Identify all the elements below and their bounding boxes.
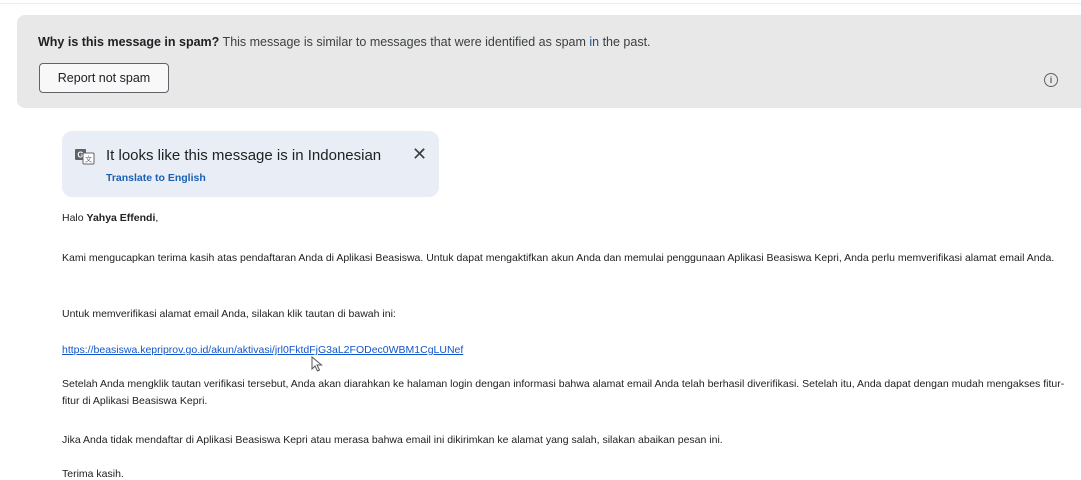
info-icon[interactable]: i	[1044, 73, 1058, 87]
translate-to-english-link[interactable]: Translate to English	[106, 172, 206, 184]
email-greeting: Halo Yahya Effendi,	[62, 210, 158, 227]
spam-explanation: Why is this message in spam? This messag…	[38, 35, 651, 49]
top-divider	[0, 0, 1081, 4]
report-not-spam-button[interactable]: Report not spam	[39, 63, 169, 93]
email-paragraph-1: Kami mengucapkan terima kasih atas penda…	[62, 252, 1055, 264]
greeting-prefix: Halo	[62, 212, 87, 224]
spam-explanation-end: the past.	[599, 35, 651, 49]
greeting-suffix: ,	[155, 212, 159, 224]
close-icon[interactable]: ✕	[412, 145, 427, 163]
email-paragraph-4: Jika Anda tidak mendaftar di Aplikasi Be…	[62, 434, 723, 446]
email-paragraph-2: Untuk memverifikasi alamat email Anda, s…	[62, 308, 396, 320]
translate-icon: G 文	[75, 149, 95, 165]
spam-warning-banner: Why is this message in spam? This messag…	[17, 15, 1081, 108]
spam-explanation-text: This message is similar to messages that…	[219, 35, 590, 49]
svg-text:文: 文	[85, 155, 92, 164]
email-paragraph-3: Setelah Anda mengklik tautan verifikasi …	[62, 378, 1065, 407]
spam-question: Why is this message in spam?	[38, 35, 220, 49]
translate-prompt-card: G 文 It looks like this message is in Ind…	[62, 131, 439, 197]
spam-explanation-keyword: in	[589, 35, 600, 49]
recipient-name: Yahya Effendi	[86, 212, 156, 224]
mouse-cursor-icon	[311, 356, 323, 372]
verification-link[interactable]: https://beasiswa.kepriprov.go.id/akun/ak…	[62, 342, 463, 359]
email-closing: Terima kasih.	[62, 468, 124, 480]
translate-message: It looks like this message is in Indones…	[106, 147, 382, 164]
